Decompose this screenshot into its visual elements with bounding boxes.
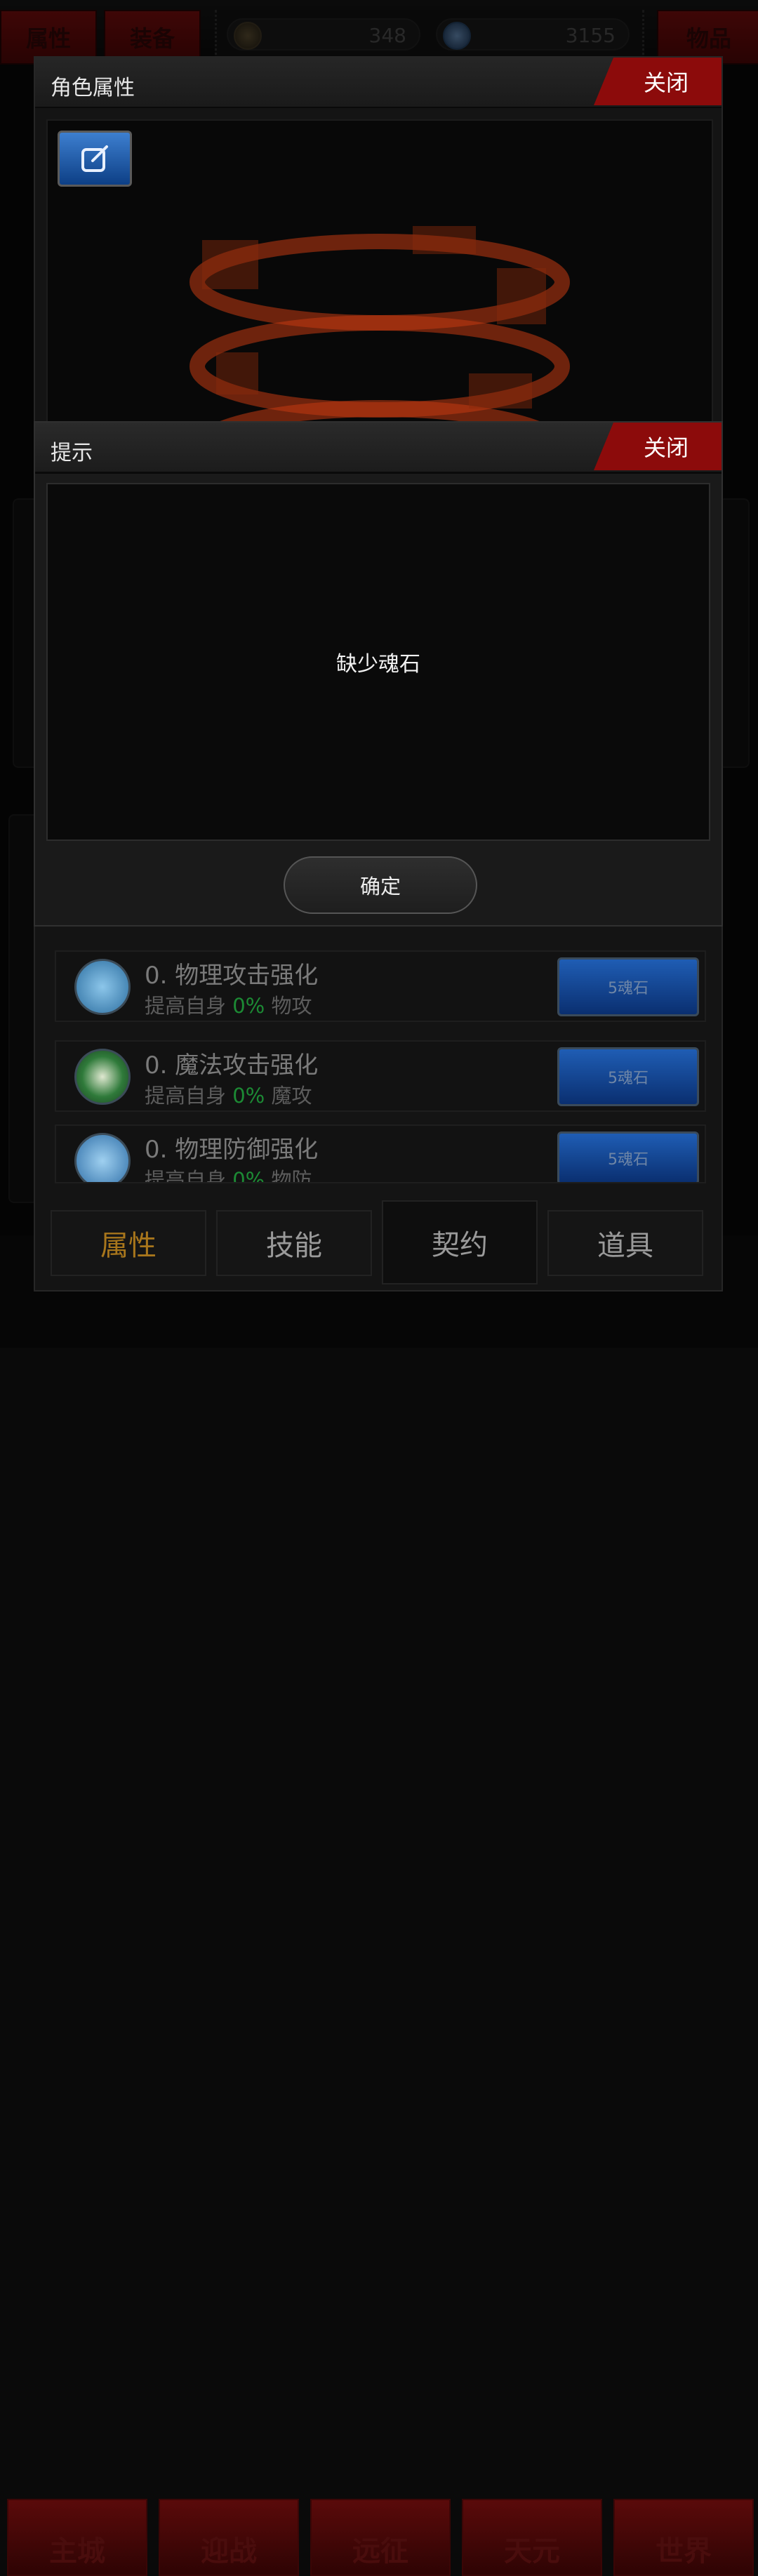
nav-world[interactable]: 世界: [613, 2499, 754, 2576]
dialog-close-button[interactable]: 关闭: [594, 423, 722, 470]
nav-battle[interactable]: 迎战: [159, 2499, 299, 2576]
skill-row: 0. 物理防御强化 提高自身 0% 物防 5魂石: [55, 1124, 706, 1183]
dialog-title: 提示: [51, 441, 93, 465]
skill-row: 0. 物理攻击强化 提高自身 0% 物攻 5魂石: [55, 950, 706, 1022]
panel-title: 角色属性: [51, 76, 135, 100]
upgrade-button[interactable]: 5魂石: [557, 957, 699, 1016]
confirm-button[interactable]: 确定: [284, 856, 477, 914]
skill-name: 0. 魔法攻击强化: [145, 1051, 319, 1080]
skill-desc: 提高自身 0% 魔攻: [145, 1084, 312, 1108]
skill-row: 0. 魔法攻击强化 提高自身 0% 魔攻 5魂石: [55, 1040, 706, 1112]
skill-name: 0. 物理防御强化: [145, 1136, 319, 1164]
dialog-header: 提示 关闭: [35, 423, 722, 474]
tab-skills[interactable]: 技能: [216, 1210, 372, 1276]
nav-expedition[interactable]: 远征: [310, 2499, 451, 2576]
panel-close-button[interactable]: 关闭: [594, 58, 722, 105]
skill-desc: 提高自身 0% 物攻: [145, 994, 312, 1018]
upgrade-button[interactable]: 5魂石: [557, 1131, 699, 1182]
skill-desc: 提高自身 0% 物防: [145, 1168, 312, 1183]
dialog-message: 缺少魂石: [336, 652, 420, 677]
fist-icon: [74, 959, 131, 1015]
magic-burst-icon: [74, 1049, 131, 1105]
nav-main-city[interactable]: 主城: [7, 2499, 147, 2576]
panel-header: 角色属性 关闭: [35, 58, 722, 108]
upgrade-button[interactable]: 5魂石: [557, 1047, 699, 1106]
arrow-up-shield-icon: [74, 1133, 131, 1182]
tab-attributes[interactable]: 属性: [51, 1210, 206, 1276]
tab-items[interactable]: 道具: [547, 1210, 703, 1276]
nav-tianyuan[interactable]: 天元: [462, 2499, 602, 2576]
dialog-body: 缺少魂石: [46, 483, 710, 841]
skill-name: 0. 物理攻击强化: [145, 962, 319, 990]
prompt-dialog: 提示 关闭 缺少魂石 确定: [34, 421, 723, 927]
tab-contract[interactable]: 契约: [382, 1200, 538, 1284]
